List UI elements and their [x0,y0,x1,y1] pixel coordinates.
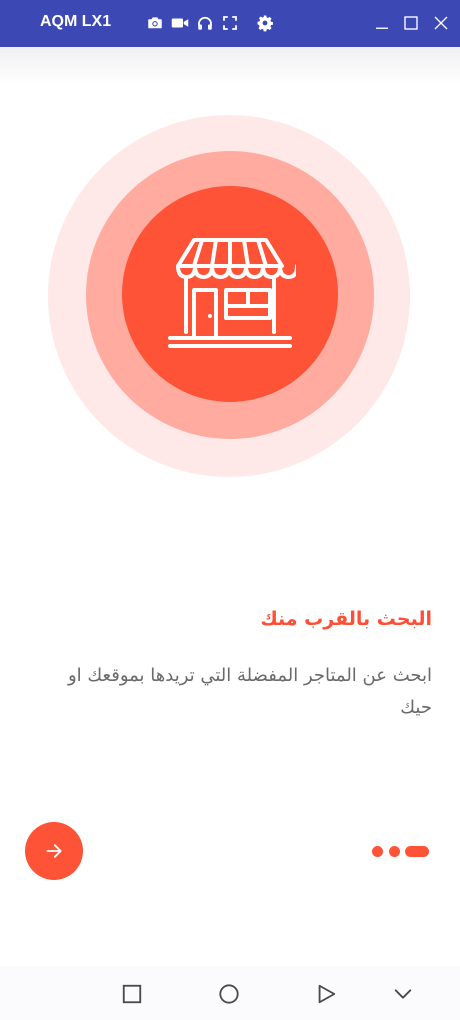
window-titlebar: AQM LX1 [0,0,460,47]
square-icon[interactable] [121,983,143,1005]
circle-icon[interactable] [218,983,240,1005]
arrow-right-icon [46,844,62,858]
onboarding-heading: البحث بالقرب منك [260,608,432,630]
android-navbar [0,966,460,1020]
next-button[interactable] [25,822,83,880]
toolbar-shadow [0,47,460,87]
maximize-icon[interactable] [402,14,420,32]
onboarding-description: ابحث عن المتاجر المفضلة التي تريدها بموق… [67,665,432,718]
page-dot-1[interactable] [372,846,383,857]
store-icon [164,236,299,352]
settings-icon[interactable] [256,14,274,32]
page-dot-2[interactable] [389,846,400,857]
fullscreen-icon[interactable] [221,14,239,32]
chevron-down-icon[interactable] [392,983,414,1005]
window-title: AQM LX1 [40,13,112,30]
close-icon[interactable] [432,14,450,32]
page-dot-3-active[interactable] [405,846,429,857]
triangle-play-icon[interactable] [315,983,337,1005]
minimize-icon[interactable] [373,14,391,32]
headphones-icon[interactable] [196,14,214,32]
video-icon[interactable] [170,14,190,32]
camera-icon[interactable] [146,14,164,32]
